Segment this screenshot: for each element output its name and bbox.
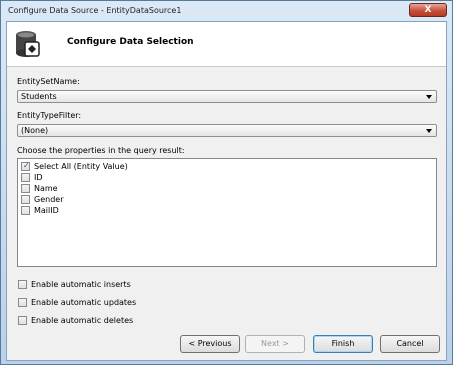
entity-type-filter-label: EntityTypeFilter: xyxy=(17,111,82,120)
finish-button[interactable]: Finish xyxy=(313,335,373,353)
option-label: Enable automatic inserts xyxy=(31,280,131,289)
property-label: Name xyxy=(34,184,58,193)
checkbox[interactable] xyxy=(18,316,27,325)
check-icon: ✓ xyxy=(23,161,30,170)
dialog-client-area: Configure Data Selection EntitySetName: … xyxy=(6,21,447,361)
checkbox[interactable]: ✓ xyxy=(21,161,30,171)
option-label: Enable automatic updates xyxy=(31,298,137,307)
property-label: Gender xyxy=(34,195,64,204)
entity-set-dropdown[interactable]: Students xyxy=(17,90,437,103)
title-bar: Configure Data Source - EntityDataSource… xyxy=(1,1,452,21)
entity-set-value: Students xyxy=(21,92,57,101)
entity-type-filter-value: (None) xyxy=(21,126,49,135)
property-label: ID xyxy=(34,173,43,182)
window-title: Configure Data Source - EntityDataSource… xyxy=(8,6,182,15)
property-label: Select All (Entity Value) xyxy=(34,162,128,171)
cancel-button[interactable]: Cancel xyxy=(380,335,440,353)
checkbox[interactable] xyxy=(21,195,30,204)
wizard-header: Configure Data Selection xyxy=(7,22,446,67)
database-wizard-icon xyxy=(16,31,40,57)
checkbox[interactable] xyxy=(18,280,27,289)
checkbox[interactable] xyxy=(18,298,27,307)
chevron-down-icon xyxy=(426,95,432,99)
checkbox[interactable] xyxy=(21,184,30,193)
checkbox[interactable] xyxy=(21,173,30,182)
entity-type-filter-dropdown[interactable]: (None) xyxy=(17,124,437,137)
checkbox[interactable] xyxy=(21,206,30,215)
previous-button[interactable]: < Previous xyxy=(180,335,240,353)
next-button[interactable]: Next > xyxy=(245,335,305,353)
dialog-window: Configure Data Source - EntityDataSource… xyxy=(0,0,453,365)
property-label: MailID xyxy=(34,206,59,215)
properties-list[interactable]: ✓ Select All (Entity Value) ID Name Gend… xyxy=(17,158,437,267)
option-label: Enable automatic deletes xyxy=(31,316,134,325)
entity-set-label: EntitySetName: xyxy=(17,77,80,86)
page-title: Configure Data Selection xyxy=(67,37,194,47)
close-button[interactable]: X xyxy=(409,3,447,17)
chevron-down-icon xyxy=(426,129,432,133)
properties-label: Choose the properties in the query resul… xyxy=(17,146,185,155)
